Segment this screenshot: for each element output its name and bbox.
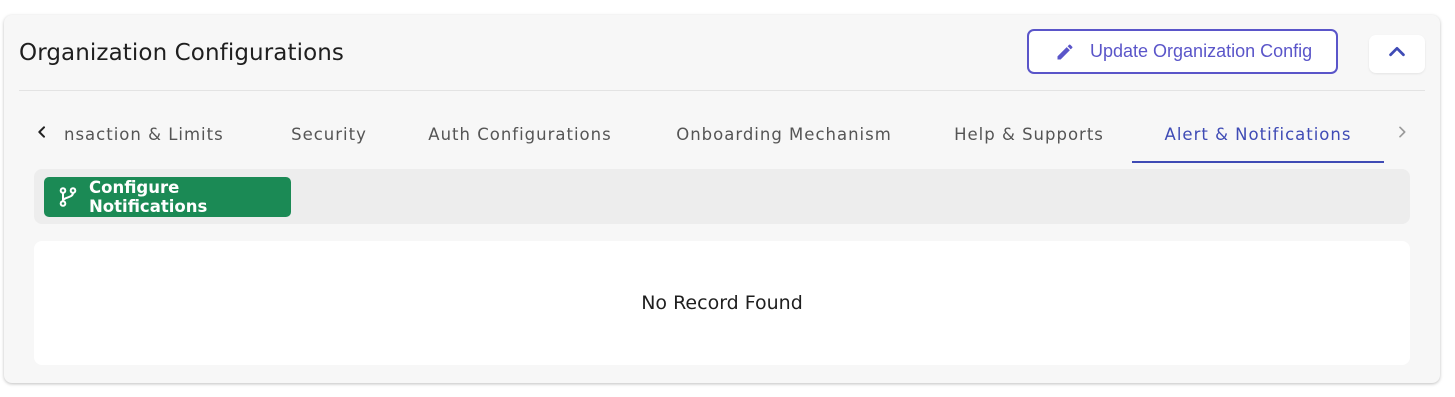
tab-help-supports[interactable]: Help & Supports: [939, 105, 1119, 163]
card-header: Organization Configurations Update Organ…: [4, 15, 1440, 91]
chevron-left-icon: [34, 124, 50, 145]
tab-scroll-left-button[interactable]: [27, 119, 57, 149]
collapse-button[interactable]: [1369, 35, 1425, 73]
chevron-up-icon: [1386, 41, 1408, 68]
records-panel: No Record Found: [34, 241, 1410, 365]
tab-scroll-right-button[interactable]: [1387, 119, 1417, 149]
empty-state-message: No Record Found: [641, 292, 803, 314]
chevron-right-icon: [1394, 124, 1410, 145]
config-tabs: nsaction & Limits Security Auth Configur…: [19, 105, 1425, 163]
configure-notifications-button[interactable]: Configure Notifications: [44, 177, 291, 217]
tab-security[interactable]: Security: [269, 105, 389, 163]
configure-button-label: Configure Notifications: [89, 178, 208, 216]
header-divider: [19, 90, 1425, 91]
git-branch-icon: [59, 187, 77, 207]
tab-onboarding-mechanism[interactable]: Onboarding Mechanism: [659, 105, 909, 163]
notifications-toolbar: Configure Notifications: [34, 169, 1410, 224]
tab-alert-notifications[interactable]: Alert & Notifications: [1132, 105, 1384, 163]
organization-config-card: Organization Configurations Update Organ…: [4, 15, 1440, 383]
update-organization-config-button[interactable]: Update Organization Config: [1027, 29, 1338, 74]
tab-clip: nsaction & Limits: [64, 105, 234, 163]
tab-auth-configurations[interactable]: Auth Configurations: [414, 105, 626, 163]
page-title: Organization Configurations: [19, 40, 345, 66]
pencil-icon: [1055, 42, 1075, 62]
tab-transaction-limits[interactable]: nsaction & Limits: [64, 105, 234, 163]
update-button-label: Update Organization Config: [1090, 41, 1313, 61]
